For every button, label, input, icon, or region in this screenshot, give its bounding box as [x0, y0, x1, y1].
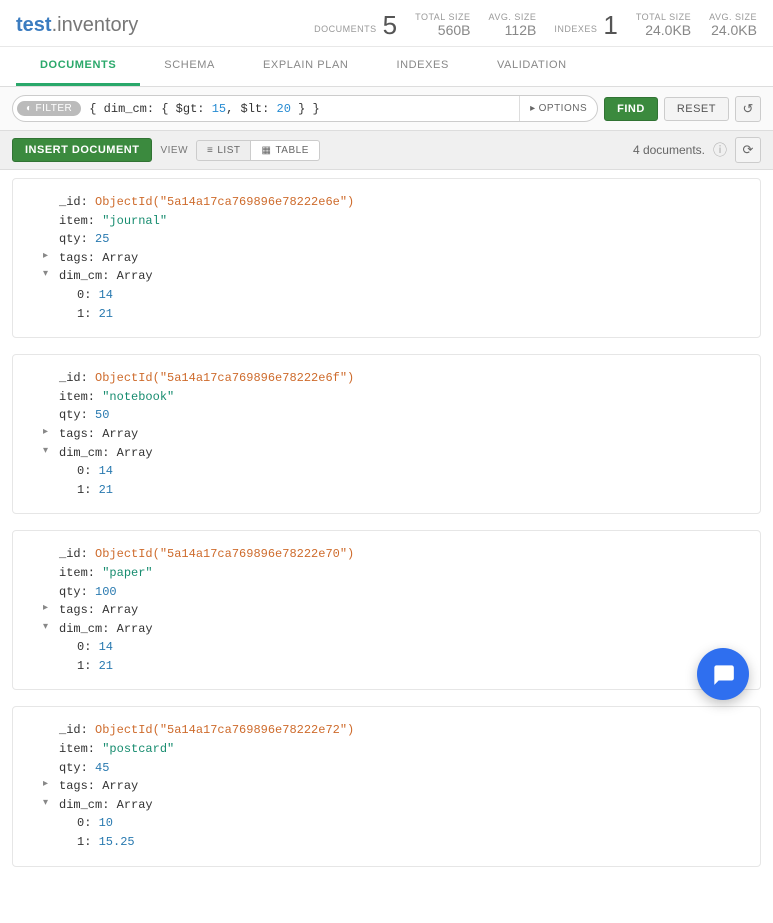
coll-name: inventory [57, 14, 138, 36]
stat-documents-label: DOCUMENTS [314, 24, 377, 38]
tab-validation[interactable]: VALIDATION [473, 47, 591, 86]
caret-down-icon[interactable]: ▾ [43, 620, 53, 636]
doc-card[interactable]: _id: ObjectId("5a14a17ca769896e78222e72"… [12, 706, 761, 866]
view-table-button[interactable]: ▦ TABLE [251, 140, 319, 161]
stat-idx-avg: AVG. SIZE 24.0KB [709, 12, 757, 38]
refresh-icon: ⟳ [743, 142, 754, 158]
stat-doc-avg: AVG. SIZE 112B [488, 12, 536, 38]
stat-indexes: INDEXES 1 [554, 12, 617, 38]
tabs: DOCUMENTS SCHEMA EXPLAIN PLAN INDEXES VA… [0, 47, 773, 87]
view-label: VIEW [160, 145, 188, 156]
tab-documents[interactable]: DOCUMENTS [16, 47, 140, 86]
header: test.inventory DOCUMENTS 5 TOTAL SIZE 56… [0, 0, 773, 47]
tab-schema[interactable]: SCHEMA [140, 47, 239, 86]
caret-down-icon[interactable]: ▾ [43, 796, 53, 812]
chat-fab[interactable] [697, 648, 749, 700]
caret-right-icon: ▸ [530, 103, 536, 114]
stat-idx-total: TOTAL SIZE 24.0KB [636, 12, 691, 38]
reset-button[interactable]: RESET [664, 97, 729, 121]
list-icon: ≡ [207, 145, 213, 156]
filter-chip: ◐ FILTER [17, 101, 81, 116]
caret-right-icon[interactable]: ▸ [43, 777, 53, 793]
insert-document-button[interactable]: INSERT DOCUMENT [12, 138, 152, 162]
stat-documents: DOCUMENTS 5 [314, 12, 397, 38]
options-button[interactable]: ▸ OPTIONS [519, 96, 597, 121]
caret-right-icon[interactable]: ▸ [43, 601, 53, 617]
filter-input[interactable]: ◐ FILTER { dim_cm: { $gt: 15, $lt: 20 } … [12, 95, 598, 122]
filter-text[interactable]: { dim_cm: { $gt: 15, $lt: 20 } } [81, 102, 519, 116]
history-button[interactable]: ↺ [735, 96, 761, 122]
history-icon: ↺ [743, 101, 754, 117]
doc-card[interactable]: _id: ObjectId("5a14a17ca769896e78222e6e"… [12, 178, 761, 338]
caret-down-icon[interactable]: ▾ [43, 444, 53, 460]
refresh-button[interactable]: ⟳ [735, 137, 761, 163]
doc-count: 4 documents. [633, 143, 705, 157]
chat-icon [710, 661, 736, 687]
namespace: test.inventory [16, 14, 138, 37]
caret-right-icon[interactable]: ▸ [43, 425, 53, 441]
find-button[interactable]: FIND [604, 97, 658, 121]
db-name: test [16, 14, 52, 36]
info-icon[interactable]: ⓘ [713, 140, 727, 160]
stat-doc-total: TOTAL SIZE 560B [415, 12, 470, 38]
stat-documents-val: 5 [383, 12, 397, 38]
table-icon: ▦ [261, 145, 271, 156]
documents-list: _id: ObjectId("5a14a17ca769896e78222e6e"… [0, 170, 773, 923]
tab-explain[interactable]: EXPLAIN PLAN [239, 47, 372, 86]
doc-card[interactable]: _id: ObjectId("5a14a17ca769896e78222e6f"… [12, 354, 761, 514]
tab-indexes[interactable]: INDEXES [372, 47, 473, 86]
view-toggle: ≡ LIST ▦ TABLE [196, 140, 320, 161]
header-stats: DOCUMENTS 5 TOTAL SIZE 560B AVG. SIZE 11… [314, 12, 757, 38]
query-bar: ◐ FILTER { dim_cm: { $gt: 15, $lt: 20 } … [0, 87, 773, 131]
caret-right-icon[interactable]: ▸ [43, 249, 53, 265]
toolbar: INSERT DOCUMENT VIEW ≡ LIST ▦ TABLE 4 do… [0, 131, 773, 170]
filter-chip-icon: ◐ [26, 103, 33, 114]
doc-card[interactable]: _id: ObjectId("5a14a17ca769896e78222e70"… [12, 530, 761, 690]
caret-down-icon[interactable]: ▾ [43, 267, 53, 283]
view-list-button[interactable]: ≡ LIST [196, 140, 251, 161]
